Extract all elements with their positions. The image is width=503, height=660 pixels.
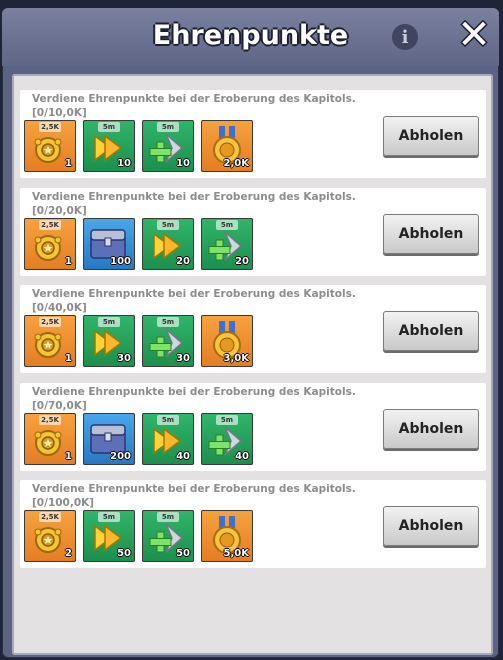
row-description: Verdiene Ehrenpunkte bei der Eroberung d… xyxy=(32,482,362,510)
reward-tile[interactable]: 2,0K xyxy=(201,120,253,172)
row-description: Verdiene Ehrenpunkte bei der Eroberung d… xyxy=(32,385,362,413)
reward-tile[interactable]: 100 xyxy=(83,218,135,270)
quest-progress: [0/100,0K] xyxy=(32,497,95,509)
claim-button[interactable]: Abholen xyxy=(383,506,479,546)
close-icon[interactable]: ✕ xyxy=(456,15,492,55)
reward-amount: 1 xyxy=(65,353,72,364)
reward-tile[interactable]: 2,5K 1 xyxy=(24,315,76,367)
quest-description: Verdiene Ehrenpunkte bei der Eroberung d… xyxy=(32,191,356,203)
reward-tag: 5m xyxy=(157,122,179,132)
quest-description: Verdiene Ehrenpunkte bei der Eroberung d… xyxy=(32,483,356,495)
quest-progress: [0/20,0K] xyxy=(32,205,87,217)
reward-row: Verdiene Ehrenpunkte bei der Eroberung d… xyxy=(20,383,486,471)
reward-row: Verdiene Ehrenpunkte bei der Eroberung d… xyxy=(20,285,486,373)
quest-progress: [0/40,0K] xyxy=(32,302,87,314)
reward-tag: 5m xyxy=(98,317,120,327)
reward-tile[interactable]: 5m 20 xyxy=(142,218,194,270)
reward-amount: 1 xyxy=(65,451,72,462)
reward-tile[interactable]: 5m 20 xyxy=(201,218,253,270)
reward-tile[interactable]: 2,5K 1 xyxy=(24,413,76,465)
reward-tag: 5m xyxy=(157,512,179,522)
reward-list: Verdiene Ehrenpunkte bei der Eroberung d… xyxy=(12,74,493,655)
reward-tile[interactable]: 200 xyxy=(83,413,135,465)
reward-tile[interactable]: 5m 10 xyxy=(142,120,194,172)
reward-amount: 200 xyxy=(110,451,131,462)
claim-button[interactable]: Abholen xyxy=(383,214,479,254)
reward-amount: 30 xyxy=(117,353,131,364)
reward-amount: 40 xyxy=(235,451,249,462)
reward-amount: 2 xyxy=(65,548,72,559)
reward-tag: 5m xyxy=(98,122,120,132)
dialog-header: Ehrenpunkte i ✕ xyxy=(2,8,499,66)
reward-row: Verdiene Ehrenpunkte bei der Eroberung d… xyxy=(20,480,486,568)
reward-tile[interactable]: 5m 30 xyxy=(142,315,194,367)
reward-amount: 1 xyxy=(65,158,72,169)
reward-row: Verdiene Ehrenpunkte bei der Eroberung d… xyxy=(20,188,486,276)
reward-tile[interactable]: 5,0K xyxy=(201,510,253,562)
reward-tag: 2,5K xyxy=(39,220,61,230)
claim-button[interactable]: Abholen xyxy=(383,116,479,156)
reward-tag: 2,5K xyxy=(39,512,61,522)
reward-amount: 10 xyxy=(117,158,131,169)
reward-tile[interactable]: 5m 40 xyxy=(142,413,194,465)
reward-tile[interactable]: 5m 40 xyxy=(201,413,253,465)
quest-description: Verdiene Ehrenpunkte bei der Eroberung d… xyxy=(32,386,356,398)
reward-amount: 1 xyxy=(65,256,72,267)
quest-description: Verdiene Ehrenpunkte bei der Eroberung d… xyxy=(32,288,356,300)
reward-tile[interactable]: 2,5K 2 xyxy=(24,510,76,562)
reward-tile[interactable]: 5m 50 xyxy=(83,510,135,562)
claim-button[interactable]: Abholen xyxy=(383,409,479,449)
reward-tile[interactable]: 2,5K 1 xyxy=(24,218,76,270)
reward-tile[interactable]: 3,0K xyxy=(201,315,253,367)
quest-progress: [0/10,0K] xyxy=(32,107,87,119)
reward-tag: 5m xyxy=(216,415,238,425)
reward-amount: 50 xyxy=(117,548,131,559)
reward-amount: 50 xyxy=(176,548,190,559)
reward-tag: 2,5K xyxy=(39,317,61,327)
reward-amount: 10 xyxy=(176,158,190,169)
row-description: Verdiene Ehrenpunkte bei der Eroberung d… xyxy=(32,287,362,315)
reward-amount: 5,0K xyxy=(223,548,249,559)
reward-tile[interactable]: 2,5K 1 xyxy=(24,120,76,172)
reward-amount: 20 xyxy=(235,256,249,267)
row-description: Verdiene Ehrenpunkte bei der Eroberung d… xyxy=(32,190,362,218)
info-icon[interactable]: i xyxy=(392,24,418,50)
reward-tag: 5m xyxy=(157,317,179,327)
reward-amount: 3,0K xyxy=(223,353,249,364)
dialog-title: Ehrenpunkte xyxy=(152,20,349,51)
reward-amount: 2,0K xyxy=(223,158,249,169)
quest-progress: [0/70,0K] xyxy=(32,400,87,412)
claim-button[interactable]: Abholen xyxy=(383,311,479,351)
reward-tag: 5m xyxy=(157,415,179,425)
quest-description: Verdiene Ehrenpunkte bei der Eroberung d… xyxy=(32,93,356,105)
reward-tag: 5m xyxy=(157,220,179,230)
reward-tag: 2,5K xyxy=(39,415,61,425)
reward-tag: 5m xyxy=(216,220,238,230)
row-description: Verdiene Ehrenpunkte bei der Eroberung d… xyxy=(32,92,362,120)
reward-tile[interactable]: 5m 30 xyxy=(83,315,135,367)
reward-amount: 40 xyxy=(176,451,190,462)
reward-amount: 20 xyxy=(176,256,190,267)
reward-row: Verdiene Ehrenpunkte bei der Eroberung d… xyxy=(20,90,486,178)
reward-tag: 5m xyxy=(98,512,120,522)
reward-tile[interactable]: 5m 50 xyxy=(142,510,194,562)
reward-amount: 30 xyxy=(176,353,190,364)
reward-tag: 2,5K xyxy=(39,122,61,132)
reward-tile[interactable]: 5m 10 xyxy=(83,120,135,172)
honor-points-dialog: Ehrenpunkte i ✕ Verdiene Ehrenpunkte bei… xyxy=(2,8,499,658)
reward-amount: 100 xyxy=(110,256,131,267)
